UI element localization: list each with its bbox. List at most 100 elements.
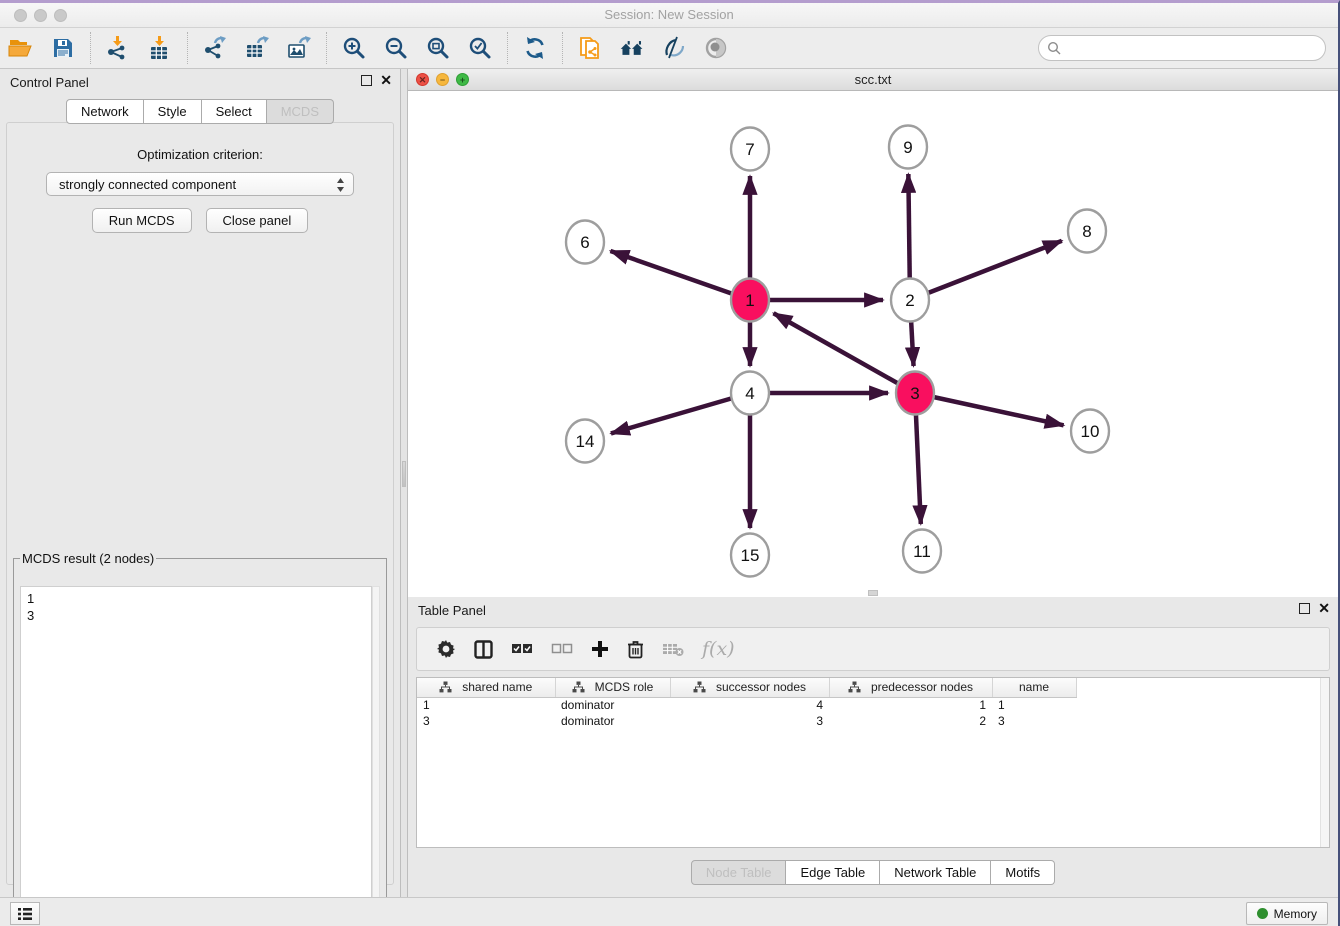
node-11[interactable]: 11: [903, 530, 941, 573]
columns-icon[interactable]: [474, 640, 493, 659]
table-toolbar: f(x): [416, 627, 1330, 671]
svg-text:14: 14: [576, 432, 595, 451]
memory-button[interactable]: Memory: [1246, 902, 1328, 925]
delete-table-icon[interactable]: [662, 641, 684, 657]
cell-predecessor-nodes[interactable]: 1: [829, 697, 992, 713]
svg-text:6: 6: [580, 233, 589, 252]
home-icon[interactable]: [619, 35, 645, 61]
cell-predecessor-nodes[interactable]: 2: [829, 713, 992, 729]
column-header-successor-nodes[interactable]: successor nodes: [670, 678, 829, 697]
column-header-name[interactable]: name: [992, 678, 1076, 697]
zoom-out-icon[interactable]: [383, 35, 409, 61]
delete-column-icon[interactable]: [627, 640, 644, 659]
run-mcds-button[interactable]: Run MCDS: [92, 208, 192, 233]
table-row[interactable]: 3dominator323: [417, 713, 1088, 729]
node-1[interactable]: 1: [731, 279, 769, 322]
zoom-in-icon[interactable]: [341, 35, 367, 61]
node-10[interactable]: 10: [1071, 410, 1109, 453]
tab-style[interactable]: Style: [144, 99, 202, 124]
edge-1-6[interactable]: [610, 251, 750, 300]
svg-text:15: 15: [741, 546, 760, 565]
column-header-filler: [1076, 678, 1088, 697]
table-tab-motifs[interactable]: Motifs: [991, 860, 1055, 885]
control-panel: Control Panel ✕ NetworkStyleSelectMCDS O…: [0, 69, 400, 897]
optimization-criterion-label: Optimization criterion:: [7, 147, 393, 162]
column-header-predecessor-nodes[interactable]: predecessor nodes: [829, 678, 992, 697]
zoom-selected-icon[interactable]: [467, 35, 493, 61]
zoom-fit-icon[interactable]: [425, 35, 451, 61]
node-14[interactable]: 14: [566, 420, 604, 463]
network-resize-grip[interactable]: [868, 590, 878, 596]
task-history-button[interactable]: [10, 902, 40, 925]
node-15[interactable]: 15: [731, 534, 769, 577]
tab-select[interactable]: Select: [202, 99, 267, 124]
export-image-icon[interactable]: [286, 35, 312, 61]
cell-MCDS-role[interactable]: dominator: [555, 697, 670, 713]
network-view-window: ✕ − + scc.txt 1 2 3 4 6 7 8 9 10 11 14 15: [408, 69, 1338, 597]
node-4[interactable]: 4: [731, 372, 769, 415]
float-panel-icon[interactable]: [361, 75, 372, 86]
table-tab-edge-table[interactable]: Edge Table: [786, 860, 880, 885]
edge-4-14[interactable]: [611, 393, 750, 433]
table-scrollbar[interactable]: [1320, 678, 1329, 847]
close-table-panel-icon[interactable]: ✕: [1318, 601, 1330, 615]
node-3[interactable]: 3: [896, 372, 934, 415]
column-header-MCDS-role[interactable]: MCDS role: [555, 678, 670, 697]
unselect-all-icon[interactable]: [551, 642, 573, 656]
table-tab-node-table[interactable]: Node Table: [691, 860, 787, 885]
select-all-icon[interactable]: [511, 642, 533, 656]
close-panel-button[interactable]: Close panel: [206, 208, 309, 233]
table-panel-header: Table Panel ✕: [408, 597, 1338, 623]
result-scrollbar[interactable]: [372, 586, 380, 922]
node-2[interactable]: 2: [891, 279, 929, 322]
clone-network-icon[interactable]: [577, 35, 603, 61]
tab-mcds[interactable]: MCDS: [267, 99, 334, 124]
import-table-icon[interactable]: [147, 35, 173, 61]
network-window-titlebar[interactable]: ✕ − + scc.txt: [408, 69, 1338, 91]
save-session-icon[interactable]: [50, 35, 76, 61]
gear-icon[interactable]: [436, 639, 456, 659]
open-file-icon[interactable]: [8, 35, 34, 61]
edge-2-8[interactable]: [910, 241, 1062, 300]
column-header-shared-name[interactable]: shared name: [417, 678, 555, 697]
edge-3-1[interactable]: [774, 313, 915, 393]
svg-text:3: 3: [910, 384, 919, 403]
search-input[interactable]: [1068, 41, 1325, 56]
float-table-panel-icon[interactable]: [1299, 603, 1310, 614]
export-network-icon[interactable]: [202, 35, 228, 61]
toolbar-separator: [326, 32, 327, 64]
add-column-icon[interactable]: [591, 640, 609, 658]
mcds-result-textarea[interactable]: 1 3: [20, 586, 372, 922]
import-network-icon[interactable]: [105, 35, 131, 61]
dropdown-arrows-icon: [336, 177, 345, 196]
panel-splitter[interactable]: [400, 69, 408, 897]
optimization-criterion-dropdown[interactable]: strongly connected component: [46, 172, 354, 196]
cell-successor-nodes[interactable]: 3: [670, 713, 829, 729]
refresh-icon[interactable]: [522, 35, 548, 61]
table-row[interactable]: 1dominator411: [417, 697, 1088, 713]
node-6[interactable]: 6: [566, 221, 604, 264]
network-graph: 1 2 3 4 6 7 8 9 10 11 14 15: [408, 91, 1338, 596]
node-9[interactable]: 9: [889, 126, 927, 169]
close-panel-icon[interactable]: ✕: [380, 73, 392, 87]
export-table-icon[interactable]: [244, 35, 270, 61]
show-graphics-icon[interactable]: [703, 35, 729, 61]
function-builder-icon[interactable]: f(x): [702, 638, 735, 660]
cell-shared-name[interactable]: 3: [417, 713, 555, 729]
search-box[interactable]: [1038, 35, 1326, 61]
cell-name[interactable]: 3: [992, 713, 1076, 729]
cell-name[interactable]: 1: [992, 697, 1076, 713]
edge-3-10[interactable]: [915, 393, 1064, 425]
cell-shared-name[interactable]: 1: [417, 697, 555, 713]
cell-MCDS-role[interactable]: dominator: [555, 713, 670, 729]
node-7[interactable]: 7: [731, 128, 769, 171]
cell-successor-nodes[interactable]: 4: [670, 697, 829, 713]
tab-network[interactable]: Network: [66, 99, 144, 124]
network-window-title: scc.txt: [408, 72, 1338, 87]
table-tab-network-table[interactable]: Network Table: [880, 860, 991, 885]
node-8[interactable]: 8: [1068, 210, 1106, 253]
splitter-grip[interactable]: [402, 461, 406, 487]
hide-graphics-icon[interactable]: [661, 35, 687, 61]
network-canvas[interactable]: 1 2 3 4 6 7 8 9 10 11 14 15: [408, 91, 1338, 596]
node-table: shared nameMCDS rolesuccessor nodesprede…: [416, 677, 1330, 848]
